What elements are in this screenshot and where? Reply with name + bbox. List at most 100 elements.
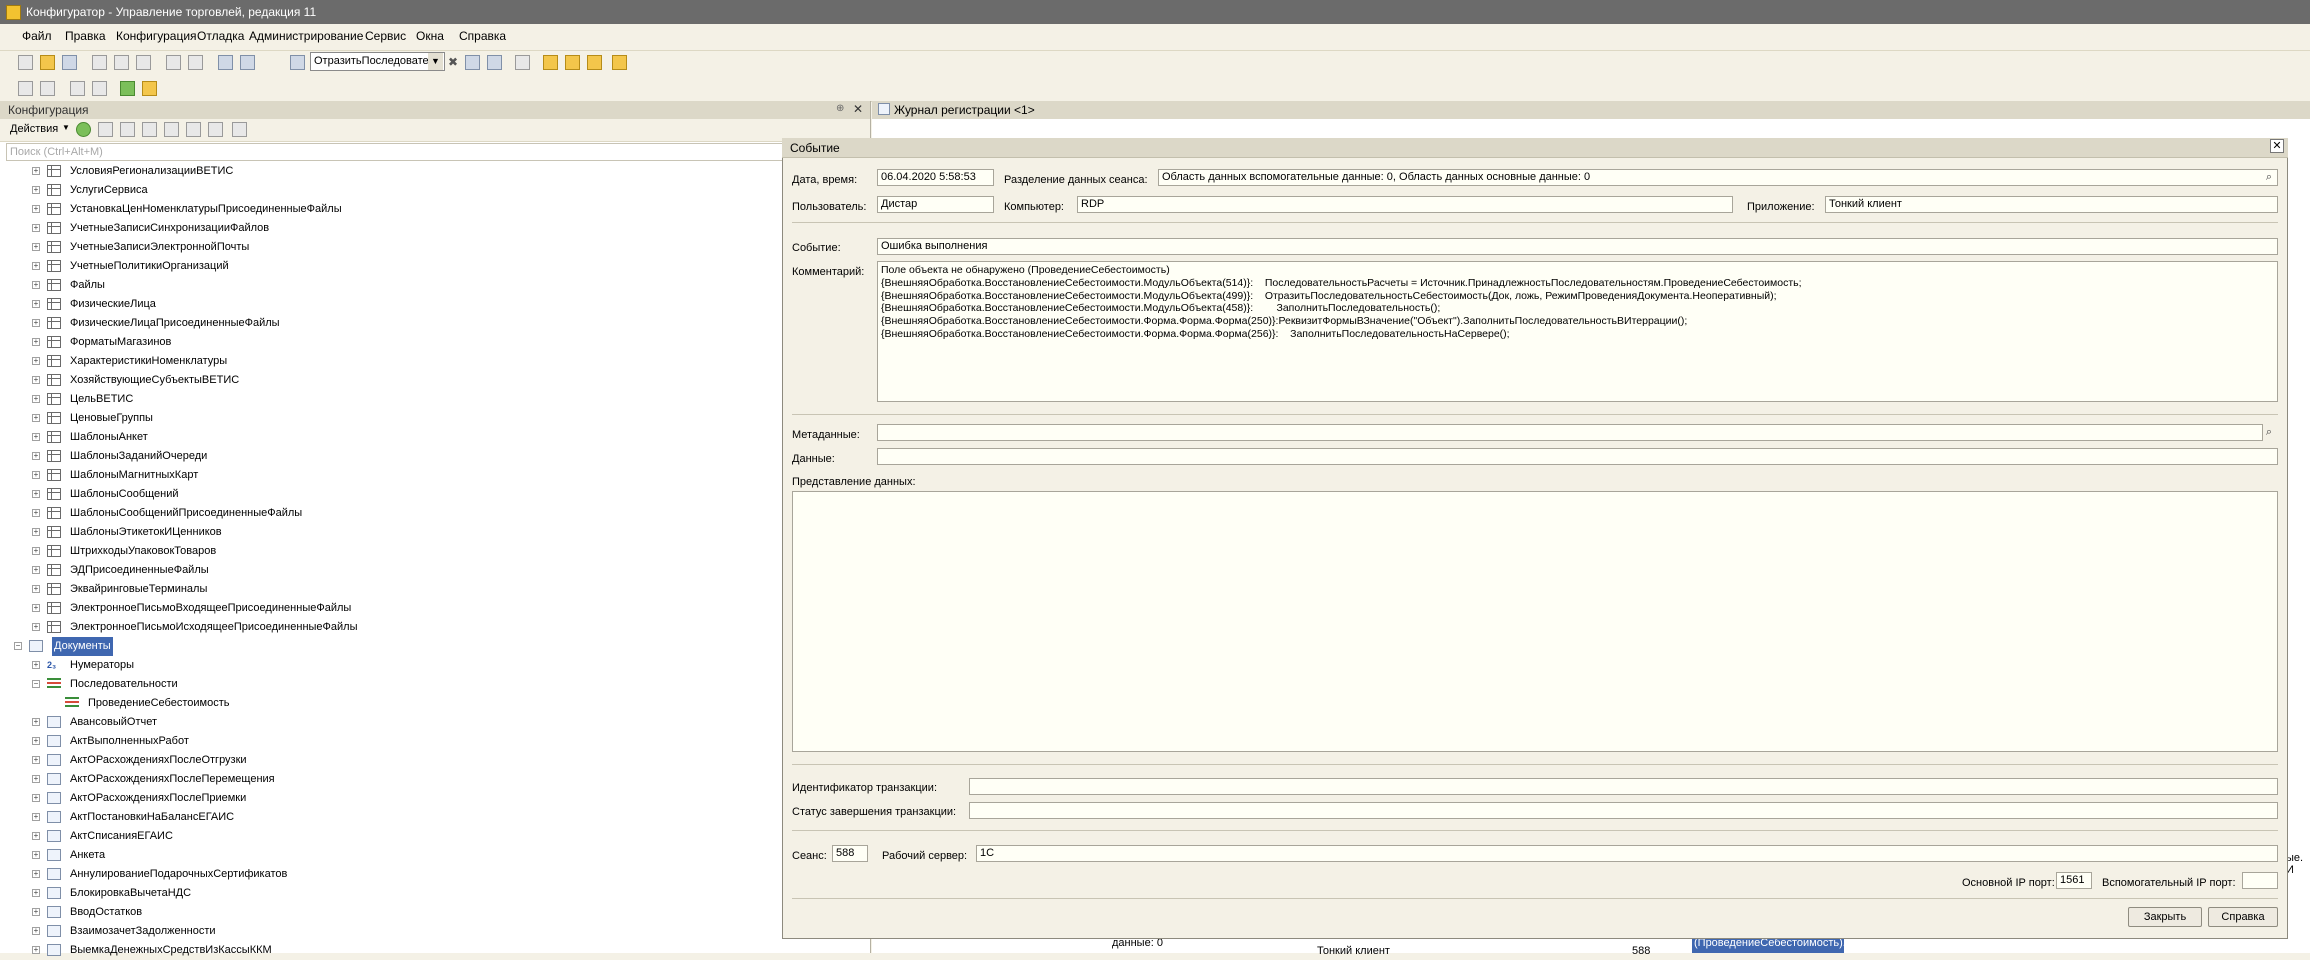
close-dialog-icon[interactable]: ✕ <box>2270 139 2284 153</box>
work-server-field[interactable]: 1С <box>976 845 2278 862</box>
info-icon[interactable] <box>612 55 627 70</box>
tree-item[interactable]: − Документы <box>0 637 860 656</box>
metadata-field[interactable] <box>877 424 2263 441</box>
tree-item[interactable]: + УслугиСервиса <box>0 181 860 200</box>
table-view-icon[interactable] <box>92 81 107 96</box>
tree-item[interactable]: + БлокировкаВычетаНДС <box>0 884 860 903</box>
expand-icon[interactable]: + <box>32 300 40 308</box>
module-icon[interactable] <box>18 81 33 96</box>
tree-item[interactable]: + ШаблоныСообщений <box>0 485 860 504</box>
menu-service[interactable]: Сервис <box>365 29 406 43</box>
expand-icon[interactable]: + <box>32 433 40 441</box>
expand-icon[interactable]: + <box>32 737 40 745</box>
search-icon[interactable]: ⌕ <box>2262 425 2276 440</box>
separation-field[interactable]: Область данных вспомогательные данные: 0… <box>1158 169 2278 186</box>
tree-item[interactable]: + ВыемкаДенежныхСредствИзКассыККМ <box>0 941 860 960</box>
expand-icon[interactable]: + <box>32 813 40 821</box>
delete-icon[interactable] <box>142 122 157 137</box>
cut-icon[interactable] <box>92 55 107 70</box>
configuration-search-input[interactable]: Поиск (Ctrl+Alt+M) <box>6 143 864 161</box>
expand-icon[interactable]: + <box>32 851 40 859</box>
expand-icon[interactable]: + <box>32 566 40 574</box>
expand-icon[interactable]: + <box>32 585 40 593</box>
expand-icon[interactable]: + <box>32 376 40 384</box>
collapse-icon[interactable]: − <box>14 642 22 650</box>
find-icon[interactable] <box>290 55 305 70</box>
clear-combo-icon[interactable]: ✖ <box>448 55 458 69</box>
tree-item[interactable]: +2₃ Нумераторы <box>0 656 860 675</box>
user-field[interactable]: Дистар <box>877 196 994 213</box>
edit-item-icon[interactable] <box>98 122 113 137</box>
print-icon[interactable] <box>166 55 181 70</box>
tree-item[interactable]: + ЭлектронноеПисьмоВходящееПрисоединенные… <box>0 599 860 618</box>
main-ip-port-field[interactable]: 1561 <box>2056 872 2092 889</box>
expand-icon[interactable]: + <box>32 281 40 289</box>
redo-icon[interactable] <box>240 55 255 70</box>
tree-item[interactable]: + УчетныеПолитикиОрганизаций <box>0 257 860 276</box>
chevron-down-icon[interactable]: ▼ <box>428 53 443 70</box>
expand-icon[interactable]: + <box>32 775 40 783</box>
menu-debug[interactable]: Отладка <box>197 29 244 43</box>
menu-help[interactable]: Справка <box>459 29 506 43</box>
tree-item[interactable]: + ВводОстатков <box>0 903 860 922</box>
expand-icon[interactable]: + <box>32 414 40 422</box>
tree-item[interactable]: + ХарактеристикиНоменклатуры <box>0 352 860 371</box>
tree-item[interactable]: + ВзаимозачетЗадолженности <box>0 922 860 941</box>
tree-item[interactable]: + АннулированиеПодарочныхСертификатов <box>0 865 860 884</box>
undo-icon[interactable] <box>218 55 233 70</box>
open-folder-icon[interactable] <box>40 55 55 70</box>
sort-icon[interactable] <box>208 122 223 137</box>
expand-icon[interactable]: + <box>32 319 40 327</box>
tree-item[interactable]: + ФизическиеЛицаПрисоединенныеФайлы <box>0 314 860 333</box>
help-button[interactable]: Справка <box>2208 907 2278 927</box>
aux-ip-port-field[interactable] <box>2242 872 2278 889</box>
tree-item[interactable]: + ФорматыМагазинов <box>0 333 860 352</box>
application-field[interactable]: Тонкий клиент <box>1825 196 2278 213</box>
expand-icon[interactable]: + <box>32 718 40 726</box>
tree-item[interactable]: + УчетныеЗаписиЭлектроннойПочты <box>0 238 860 257</box>
tree-item[interactable]: + АктОРасхожденияхПослеПеремещения <box>0 770 860 789</box>
comment-text[interactable]: Поле объекта не обнаружено (ПроведениеСе… <box>877 261 2278 402</box>
tree-item[interactable]: + ШаблоныЗаданийОчереди <box>0 447 860 466</box>
data-presentation-text[interactable] <box>792 491 2278 752</box>
save-icon[interactable] <box>62 55 77 70</box>
expand-icon[interactable]: + <box>32 490 40 498</box>
tree-item[interactable]: + УсловияРегионализацииВЕТИС <box>0 162 860 181</box>
tree-item[interactable]: + УстановкаЦенНоменклатурыПрисоединенныеФ… <box>0 200 860 219</box>
tree-item[interactable]: + Файлы <box>0 276 860 295</box>
move-up-icon[interactable] <box>164 122 179 137</box>
procedure-combo[interactable]: ОтразитьПоследовате <box>310 52 445 71</box>
transaction-status-field[interactable] <box>969 802 2278 819</box>
expand-icon[interactable]: + <box>32 870 40 878</box>
expand-icon[interactable]: + <box>32 927 40 935</box>
edit-icon[interactable] <box>587 55 602 70</box>
find-next-icon[interactable] <box>465 55 480 70</box>
expand-icon[interactable]: + <box>32 623 40 631</box>
expand-icon[interactable]: + <box>32 661 40 669</box>
expand-icon[interactable]: + <box>32 186 40 194</box>
expand-icon[interactable]: + <box>32 395 40 403</box>
tree-item[interactable]: + ШаблоныМагнитныхКарт <box>0 466 860 485</box>
find-prev-icon[interactable] <box>487 55 502 70</box>
close-button[interactable]: Закрыть <box>2128 907 2202 927</box>
tree-item[interactable]: + ЭДПрисоединенныеФайлы <box>0 561 860 580</box>
expand-icon[interactable]: + <box>32 756 40 764</box>
journal-cell-client[interactable]: Тонкий клиент <box>1317 945 1390 957</box>
filter-icon[interactable] <box>232 122 247 137</box>
menu-windows[interactable]: Окна <box>416 29 444 43</box>
expand-icon[interactable]: + <box>32 205 40 213</box>
tree-item[interactable]: + ХозяйствующиеСубъектыВЕТИС <box>0 371 860 390</box>
tree-item[interactable]: + ШаблоныСообщенийПрисоединенныеФайлы <box>0 504 860 523</box>
tree-item[interactable]: + ЭквайринговыеТерминалы <box>0 580 860 599</box>
session-field[interactable]: 588 <box>832 845 868 862</box>
expand-icon[interactable]: + <box>32 338 40 346</box>
actions-menu[interactable]: Действия <box>10 123 58 135</box>
chevron-down-icon[interactable]: ▼ <box>62 123 70 132</box>
expand-icon[interactable]: + <box>32 357 40 365</box>
event-field[interactable]: Ошибка выполнения <box>877 238 2278 255</box>
expand-icon[interactable]: + <box>32 889 40 897</box>
journal-cell-session[interactable]: 588 <box>1632 945 1650 957</box>
tree-item[interactable]: + УчетныеЗаписиСинхронизацииФайлов <box>0 219 860 238</box>
new-file-icon[interactable] <box>18 55 33 70</box>
expand-icon[interactable]: + <box>32 471 40 479</box>
